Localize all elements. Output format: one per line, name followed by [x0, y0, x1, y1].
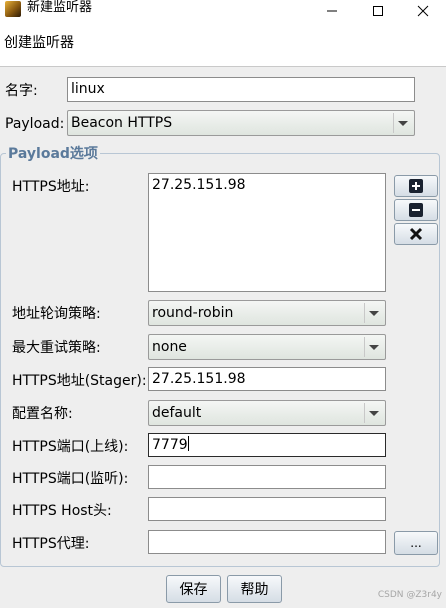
proxy-label: HTTPS代理:: [12, 536, 90, 552]
text-cursor: [187, 436, 189, 451]
stager-label: HTTPS地址(Stager):: [12, 373, 147, 389]
https-hosts-label: HTTPS地址:: [12, 179, 90, 195]
payload-options-title: Payload选项: [6, 146, 100, 162]
max-retry-select[interactable]: none: [148, 334, 386, 360]
dialog-header: 创建监听器: [0, 22, 446, 67]
title-bar: 新建监听器: [0, 0, 446, 22]
maximize-button[interactable]: [355, 0, 401, 22]
port-callback-label: HTTPS端口(上线):: [12, 439, 129, 455]
profile-label: 配置名称:: [12, 406, 73, 422]
close-icon: [417, 5, 429, 17]
minimize-icon: [327, 10, 337, 12]
name-input[interactable]: linux: [67, 77, 415, 102]
rotation-select[interactable]: round-robin: [148, 300, 386, 326]
chevron-down-icon: [364, 303, 383, 323]
clear-hosts-button[interactable]: [394, 223, 438, 245]
proxy-input[interactable]: [148, 530, 386, 554]
proxy-browse-button[interactable]: ...: [394, 531, 438, 555]
chevron-down-icon: [364, 403, 383, 423]
profile-select[interactable]: default: [148, 400, 386, 426]
payload-label: Payload:: [5, 116, 65, 132]
rotation-label: 地址轮询策略:: [12, 306, 101, 322]
payload-selected-value: Beacon HTTPS: [71, 115, 173, 131]
plus-icon: [409, 179, 423, 193]
app-icon: [5, 1, 21, 17]
profile-selected-value: default: [152, 405, 202, 421]
help-button[interactable]: 帮助: [227, 575, 282, 603]
save-button[interactable]: 保存: [166, 575, 221, 603]
host-header-input[interactable]: [148, 497, 386, 521]
add-host-button[interactable]: [394, 175, 438, 197]
https-hosts-textarea[interactable]: 27.25.151.98: [148, 173, 386, 292]
max-retry-selected-value: none: [152, 339, 187, 355]
port-callback-value: 7779: [152, 437, 188, 453]
port-bind-input[interactable]: [148, 465, 386, 489]
chevron-down-icon: [393, 113, 412, 133]
window-title: 新建监听器: [27, 0, 93, 15]
max-retry-label: 最大重试策略:: [12, 340, 101, 356]
minimize-button[interactable]: [309, 0, 355, 22]
minus-icon: [409, 203, 423, 217]
name-label: 名字:: [5, 83, 38, 99]
port-callback-input[interactable]: 7779: [148, 433, 386, 457]
chevron-down-icon: [364, 337, 383, 357]
port-bind-label: HTTPS端口(监听):: [12, 471, 129, 487]
close-button[interactable]: [400, 0, 446, 22]
remove-host-button[interactable]: [394, 199, 438, 221]
stager-input[interactable]: 27.25.151.98: [148, 367, 386, 391]
host-header-label: HTTPS Host头:: [12, 503, 112, 519]
payload-select[interactable]: Beacon HTTPS: [67, 110, 415, 136]
x-icon: [409, 227, 423, 241]
dialog-heading: 创建监听器: [4, 35, 74, 51]
watermark: CSDN @Z3r4y: [377, 590, 442, 600]
maximize-icon: [373, 6, 383, 16]
rotation-selected-value: round-robin: [152, 305, 234, 321]
